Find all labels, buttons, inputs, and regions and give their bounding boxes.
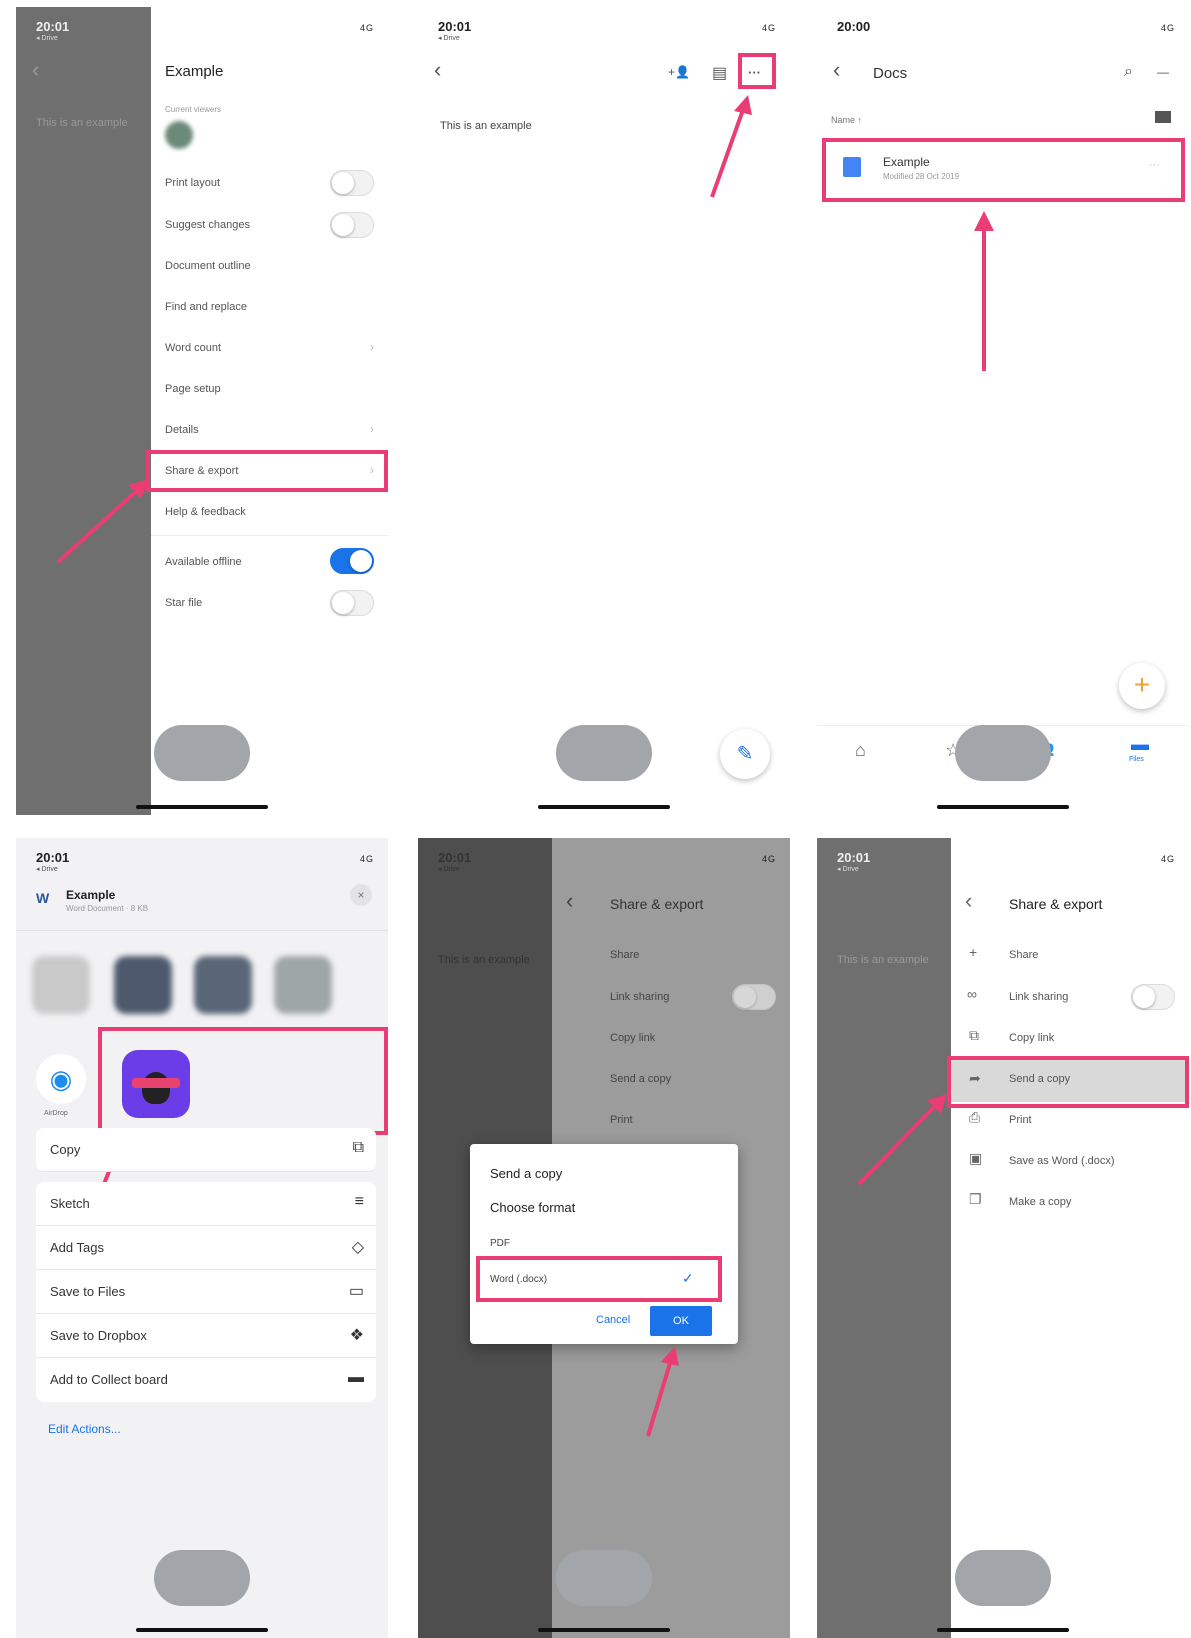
pointer-arrow-icon xyxy=(56,479,149,564)
screen-1-docs-menu: 20:01 ◂ Drive ‹ This is an example 4G Ex… xyxy=(16,7,388,815)
create-new-fab[interactable]: + xyxy=(1119,663,1165,709)
redaction-pill xyxy=(955,1550,1051,1606)
action-label: Save to Dropbox xyxy=(50,1328,147,1343)
folder-icon: ▭ xyxy=(348,1283,364,1300)
home-indicator[interactable] xyxy=(937,1628,1069,1632)
action-label: Copy xyxy=(50,1142,81,1157)
home-nav-icon[interactable]: ⌂ xyxy=(855,740,866,761)
action-save-files[interactable]: Save to Files ▭ xyxy=(36,1270,376,1314)
screen-4-ios-share-sheet: 20:01 ◂ Drive 4G W Example Word Document… xyxy=(16,838,388,1638)
action-save-dropbox[interactable]: Save to Dropbox ❖ xyxy=(36,1314,376,1358)
edit-actions-link[interactable]: Edit Actions... xyxy=(48,1422,121,1436)
collect-icon: ▬ xyxy=(348,1369,364,1386)
redaction-pill xyxy=(556,725,652,781)
action-label: Sketch xyxy=(50,1196,90,1211)
home-indicator[interactable] xyxy=(136,1628,268,1632)
screen-2-document-view: 20:01 ◂ Drive 4G ‹ +👤 ▤ ··· This is an e… xyxy=(418,7,790,815)
redaction-pill xyxy=(955,725,1051,781)
action-add-collect[interactable]: Add to Collect board ▬ xyxy=(36,1358,376,1402)
edit-fab-button[interactable]: ✎ xyxy=(720,729,770,779)
files-nav-icon[interactable]: ▬ xyxy=(1131,734,1149,755)
action-copy[interactable]: Copy ⧉ xyxy=(36,1128,376,1172)
redaction-pill xyxy=(556,1550,652,1606)
home-indicator[interactable] xyxy=(937,805,1069,809)
action-label: Add Tags xyxy=(50,1240,104,1255)
home-indicator[interactable] xyxy=(538,805,670,809)
action-sketch[interactable]: Sketch ≡ xyxy=(36,1182,376,1226)
action-label: Add to Collect board xyxy=(50,1372,168,1387)
home-indicator[interactable] xyxy=(538,1628,670,1632)
action-label: Save to Files xyxy=(50,1284,126,1299)
action-add-tags[interactable]: Add Tags ◇ xyxy=(36,1226,376,1270)
screen-3-docs-list: 20:00 4G ‹ Docs ⌕ — Name ↑ Example Modif… xyxy=(817,7,1189,815)
pointer-arrow-icon xyxy=(857,1094,947,1186)
edit-pencil-icon: ✎ xyxy=(736,743,754,765)
pointer-arrow-icon xyxy=(646,1346,679,1437)
files-nav-label: Files xyxy=(1129,756,1144,763)
tag-icon: ◇ xyxy=(351,1239,364,1256)
pointer-arrow-icon xyxy=(710,95,752,198)
redaction-pill xyxy=(154,725,250,781)
screen-5-format-dialog: 20:01 ◂ Drive 4G This is an example ‹ Sh… xyxy=(418,838,790,1638)
home-indicator[interactable] xyxy=(136,805,268,809)
sketch-icon: ≡ xyxy=(354,1193,364,1210)
redaction-pill xyxy=(154,1550,250,1606)
dropbox-icon: ❖ xyxy=(349,1327,364,1344)
screen-6-share-export-menu: 20:01 ◂ Drive 4G This is an example ‹ Sh… xyxy=(817,838,1189,1638)
copy-icon: ⧉ xyxy=(352,1139,364,1156)
